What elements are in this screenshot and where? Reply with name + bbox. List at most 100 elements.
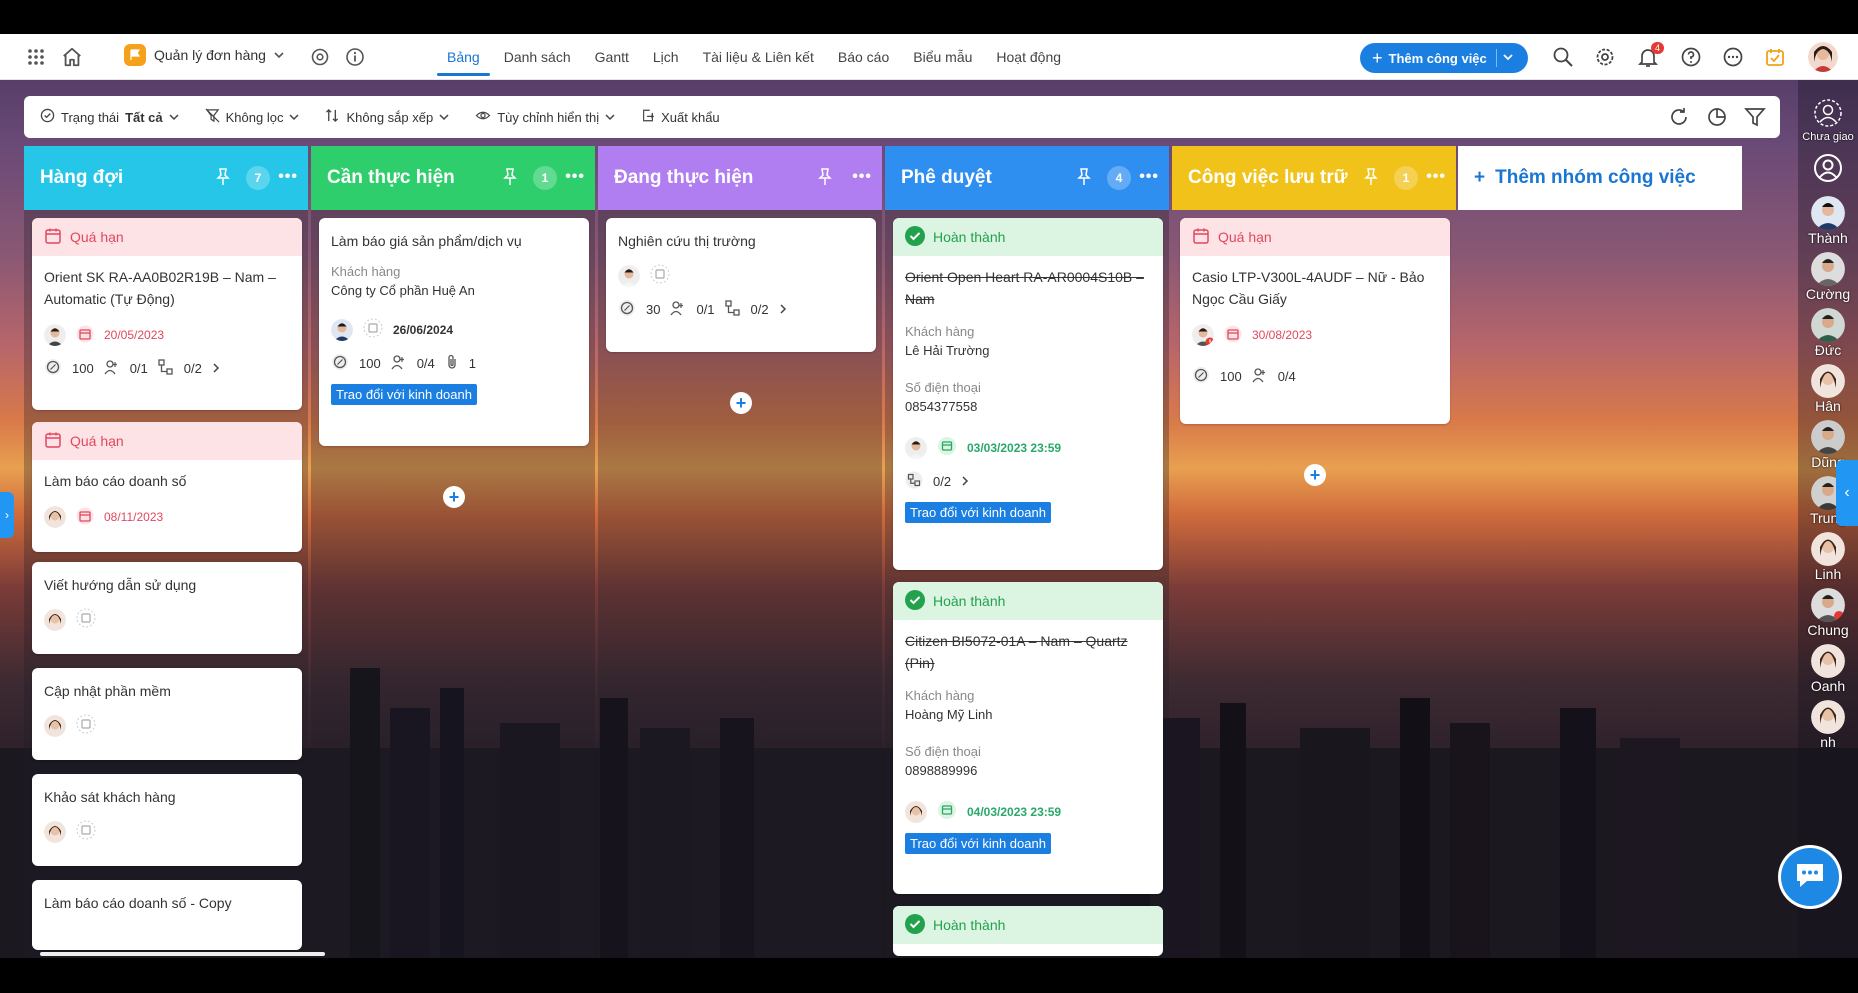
add-task-dropdown-icon[interactable] — [1502, 51, 1514, 66]
assignee-avatar[interactable] — [44, 820, 66, 843]
calendar-empty-icon[interactable] — [650, 264, 670, 287]
task-card[interactable]: Cập nhật phần mềm — [32, 668, 302, 760]
column-header[interactable]: Công việc lưu trữ 1 ••• — [1172, 146, 1456, 210]
filter-dropdown[interactable]: Không lọc — [205, 108, 300, 126]
column-header[interactable]: Phê duyệt 4 ••• — [885, 146, 1169, 210]
member-duc[interactable]: Đức — [1811, 308, 1845, 358]
export-button[interactable]: Xuất khẩu — [641, 108, 720, 126]
task-tag[interactable]: Trao đổi với kinh doanh — [905, 502, 1051, 523]
user-avatar[interactable] — [1808, 42, 1838, 72]
task-card[interactable]: Làm báo cáo doanh số - Copy — [32, 880, 302, 950]
calendar-empty-icon[interactable] — [76, 608, 96, 631]
task-card[interactable]: Quá hạn Orient SK RA-AA0B02R19B – Nam – … — [32, 218, 302, 410]
assignee-avatar[interactable] — [618, 264, 640, 287]
checkin-icon[interactable] — [1764, 46, 1786, 68]
tab-calendar[interactable]: Lịch — [641, 34, 691, 80]
chevron-right-icon[interactable] — [779, 302, 787, 317]
add-card-button[interactable]: + — [1304, 464, 1326, 486]
task-card[interactable]: Hoàn thành Orient Open Heart RA-AR0004S1… — [893, 218, 1163, 570]
assignee-avatar[interactable] — [44, 506, 66, 528]
subtasks-value: 0/2 — [933, 474, 952, 489]
task-info-row: 08/11/2023 — [32, 492, 302, 528]
tab-list[interactable]: Danh sách — [492, 34, 583, 80]
member-partial[interactable]: nh — [1811, 700, 1845, 750]
member-oanh[interactable]: Oanh — [1811, 644, 1845, 694]
assignee-avatar[interactable] — [1192, 324, 1214, 346]
tab-gantt[interactable]: Gantt — [583, 34, 641, 80]
task-card[interactable]: Hoàn thành — [893, 906, 1163, 956]
add-card-button[interactable]: + — [730, 392, 752, 414]
add-group-button[interactable]: + Thêm nhóm công việc — [1458, 146, 1742, 210]
assignee-avatar[interactable] — [331, 318, 353, 341]
pin-icon[interactable] — [818, 168, 832, 192]
column-header[interactable]: Cần thực hiện 1 ••• — [311, 146, 595, 210]
tab-documents[interactable]: Tài liệu & Liên kết — [691, 34, 826, 80]
horizontal-scrollbar[interactable] — [40, 952, 325, 956]
task-card[interactable]: Nghiên cứu thị trường 30 0/1 0/2 — [606, 218, 876, 352]
customer-value: Công ty Cổ phần Huệ An — [331, 283, 475, 298]
task-card[interactable]: Viết hướng dẫn sử dụng — [32, 562, 302, 654]
chevron-right-icon[interactable] — [212, 361, 220, 376]
info-icon[interactable] — [345, 47, 365, 67]
project-selector[interactable]: Quản lý đơn hàng — [124, 44, 284, 66]
gear-icon[interactable] — [1594, 46, 1616, 68]
more-icon[interactable]: ••• — [1139, 168, 1159, 186]
task-card[interactable]: Làm báo giá sản phẩm/dịch vụ Khách hàng … — [319, 218, 589, 446]
pin-icon[interactable] — [1077, 168, 1091, 192]
home-icon[interactable] — [60, 45, 84, 69]
refresh-icon[interactable] — [1668, 106, 1690, 131]
tab-reports[interactable]: Báo cáo — [826, 34, 901, 80]
more-icon[interactable]: ••• — [278, 168, 298, 186]
project-settings-icon[interactable] — [310, 47, 330, 67]
add-group-label: Thêm nhóm công việc — [1495, 167, 1696, 188]
unassigned-filter[interactable]: Chưa giao — [1802, 98, 1854, 143]
left-panel-toggle[interactable]: › — [0, 492, 14, 538]
column-header[interactable]: Hàng đợi 7 ••• — [24, 146, 308, 210]
pin-icon[interactable] — [216, 168, 230, 192]
assignee-avatar[interactable] — [905, 800, 927, 823]
calendar-empty-icon[interactable] — [76, 714, 96, 737]
more-options-icon[interactable] — [1722, 46, 1744, 68]
pin-icon[interactable] — [503, 168, 517, 192]
pie-chart-icon[interactable] — [1706, 106, 1728, 131]
apps-grid-icon[interactable] — [26, 47, 46, 67]
assignee-avatar[interactable] — [44, 324, 66, 346]
more-icon[interactable]: ••• — [1426, 168, 1446, 186]
task-card[interactable]: Quá hạn Làm báo cáo doanh số 08/11/2023 — [32, 422, 302, 552]
add-card-button[interactable]: + — [443, 486, 465, 508]
member-thanh[interactable]: Thành — [1808, 196, 1848, 246]
task-tag[interactable]: Trao đổi với kinh doanh — [905, 833, 1051, 854]
sort-dropdown[interactable]: Không sắp xếp — [325, 108, 449, 126]
search-icon[interactable] — [1552, 46, 1574, 68]
tab-activity[interactable]: Hoạt động — [984, 34, 1073, 80]
chevron-down-icon — [439, 110, 449, 125]
assignee-avatar[interactable] — [44, 714, 66, 737]
pin-icon[interactable] — [1364, 168, 1378, 192]
add-task-button[interactable]: + Thêm công việc — [1360, 43, 1528, 73]
member-chung[interactable]: Chung — [1807, 588, 1849, 638]
task-card[interactable]: Quá hạn Casio LTP-V300L-4AUDF – Nữ - Bảo… — [1180, 218, 1450, 424]
assignee-avatar[interactable] — [905, 436, 927, 459]
funnel-icon[interactable] — [1744, 106, 1766, 131]
chevron-right-icon[interactable] — [961, 474, 969, 489]
display-options-dropdown[interactable]: Tùy chỉnh hiển thị — [475, 108, 615, 126]
help-icon[interactable] — [1680, 46, 1702, 68]
chat-button[interactable] — [1781, 848, 1839, 906]
all-members-filter[interactable] — [1813, 153, 1843, 186]
more-icon[interactable]: ••• — [852, 168, 872, 186]
more-icon[interactable]: ••• — [565, 168, 585, 186]
tab-forms[interactable]: Biểu mẫu — [901, 34, 984, 80]
task-tag[interactable]: Trao đổi với kinh doanh — [331, 384, 477, 405]
member-han[interactable]: Hân — [1811, 364, 1845, 414]
column-header[interactable]: Đang thực hiện ••• — [598, 146, 882, 210]
status-filter[interactable]: Trạng thái Tất cả — [40, 108, 179, 126]
right-panel-toggle[interactable]: ‹ — [1836, 460, 1858, 526]
bell-icon[interactable]: 4 — [1637, 42, 1665, 68]
task-card[interactable]: Hoàn thành Citizen BI5072-01A – Nam – Qu… — [893, 582, 1163, 894]
calendar-empty-icon[interactable] — [76, 820, 96, 843]
member-linh[interactable]: Linh — [1811, 532, 1845, 582]
member-cuong[interactable]: Cường — [1806, 252, 1850, 302]
task-card[interactable]: Khảo sát khách hàng — [32, 774, 302, 866]
tab-board[interactable]: Bảng — [435, 34, 492, 80]
assignee-avatar[interactable] — [44, 608, 66, 631]
